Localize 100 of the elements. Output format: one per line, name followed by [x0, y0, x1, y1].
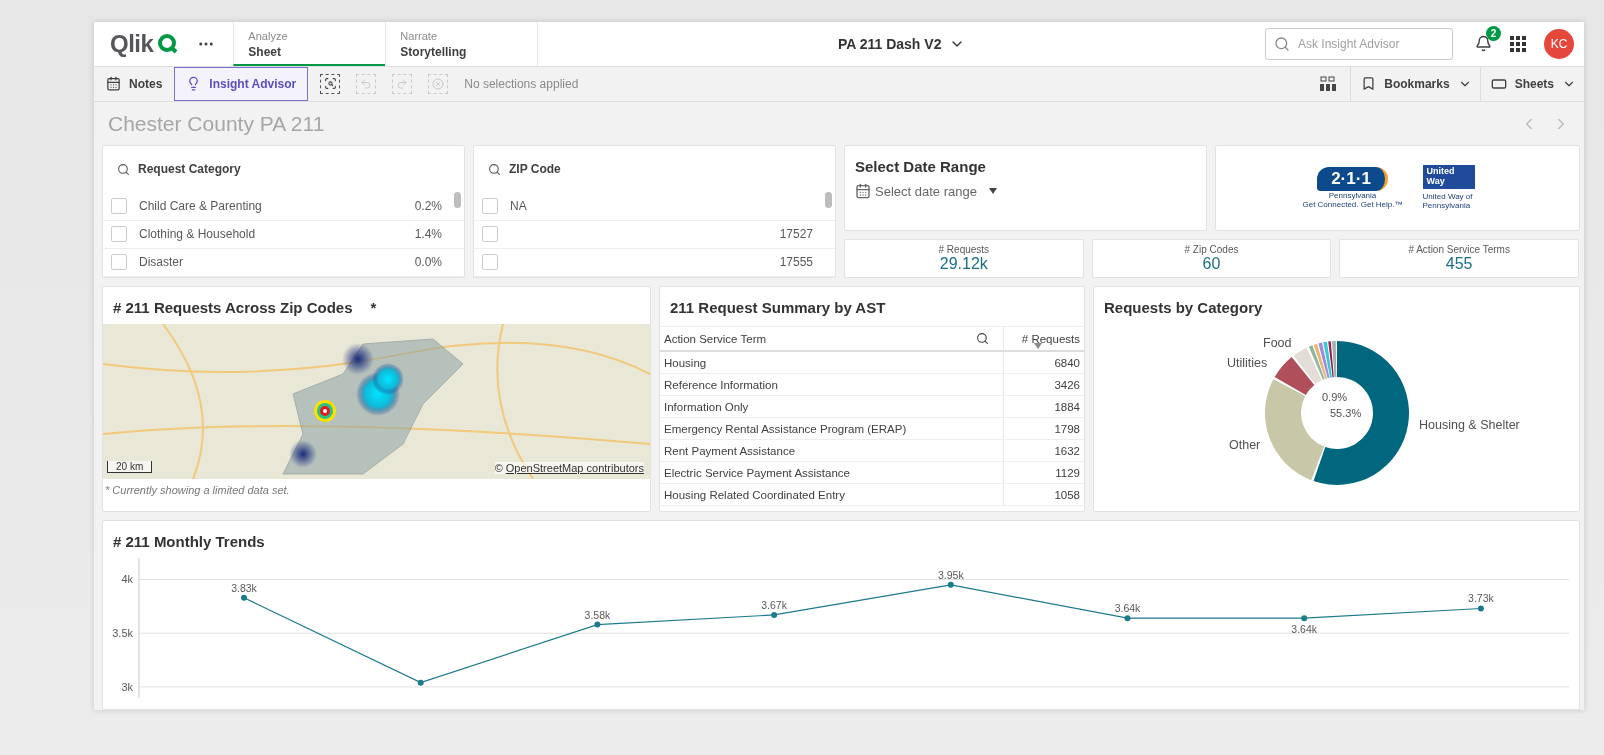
selection-status: No selections applied — [464, 76, 579, 91]
table-cell: Housing Related Coordinated Entry — [660, 483, 1004, 506]
donut-slice[interactable] — [1318, 342, 1330, 379]
checkbox[interactable] — [482, 254, 498, 271]
checkbox[interactable] — [111, 254, 127, 271]
card-title: Select Date Range — [855, 158, 987, 175]
slice-label: Food — [1263, 336, 1292, 350]
user-avatar[interactable]: KC — [1544, 28, 1574, 59]
kpi-label: # Action Service Terms — [1408, 244, 1510, 255]
axis-tick-label: 3k — [121, 680, 133, 693]
data-point — [1301, 615, 1308, 622]
data-label: 3.64k — [1291, 623, 1318, 636]
filter-item-label[interactable]: Clothing & Household — [139, 227, 403, 242]
column-header[interactable]: # Requests — [1003, 327, 1084, 351]
table-cell: 1129 — [1003, 461, 1084, 484]
data-label: 3.67k — [761, 598, 787, 611]
kpi-value: 60 — [1202, 255, 1221, 273]
clear-icon — [432, 77, 445, 90]
search-icon[interactable] — [976, 332, 989, 345]
app-logo: Qlik — [110, 29, 154, 58]
data-point — [594, 621, 601, 628]
toolbar-menu[interactable]: Bookmarks — [1350, 66, 1480, 102]
table-cell: 1884 — [1003, 395, 1084, 418]
back-icon — [360, 77, 373, 90]
logo-badge: 2·1·1 — [1317, 166, 1388, 191]
table-cell: 6840 — [1003, 351, 1084, 374]
notification-count: 2 — [1486, 26, 1501, 42]
donut-slice[interactable] — [1332, 341, 1337, 378]
attribution-symbol: © — [494, 462, 503, 474]
checkbox[interactable] — [482, 226, 498, 243]
data-label: 3.73k — [1468, 592, 1494, 605]
donut-slice[interactable] — [1328, 341, 1334, 378]
table-cell: Information Only — [660, 395, 1004, 418]
sheet-title: Chester County PA 211 — [108, 111, 325, 136]
toolbar-button[interactable]: Notes — [94, 66, 175, 102]
data-point — [771, 611, 778, 618]
kpi-label: # Zip Codes — [1184, 244, 1239, 255]
table-cell: Electric Service Payment Assistance — [660, 461, 1004, 484]
table-cell: 1798 — [1003, 417, 1084, 440]
checkbox[interactable] — [111, 226, 127, 243]
axis-tick-label: 4k — [121, 573, 133, 586]
data-point — [1477, 605, 1484, 612]
sort-icon — [1034, 343, 1042, 349]
nav-tab[interactable]: Narrate Storytelling — [385, 22, 538, 66]
search-field[interactable]: Ask Insight Advisor — [1265, 27, 1453, 60]
checkbox[interactable] — [482, 198, 498, 215]
data-point — [417, 679, 424, 686]
donut-slice[interactable] — [1323, 341, 1332, 378]
column-header[interactable]: Action Service Term — [660, 327, 1004, 351]
card-title: # 211 Requests Across Zip Codes — [113, 299, 353, 316]
donut-slice[interactable] — [1293, 347, 1322, 385]
layout-icon[interactable] — [1320, 75, 1337, 92]
filter-item-value: 17555 — [779, 255, 813, 270]
filter-item-label[interactable]: NA — [510, 199, 813, 214]
map-drawing[interactable] — [103, 324, 650, 479]
kpi-label: # Requests — [938, 244, 990, 255]
search-icon[interactable] — [488, 162, 501, 176]
slice-label: Housing & Shelter — [1419, 418, 1520, 432]
data-label: 3.58k — [584, 608, 611, 621]
date-range-picker[interactable]: Select date range — [855, 183, 997, 199]
table-cell: 1058 — [1003, 483, 1084, 506]
filter-item-value: 0.2% — [414, 199, 442, 214]
donut-slice[interactable] — [1313, 341, 1409, 485]
data-point — [241, 594, 247, 601]
filter-item-label[interactable]: Child Care & Parenting — [139, 199, 403, 214]
filter-item-value: 1.4% — [414, 227, 442, 242]
map-footnote: * Currently showing a limited data set. — [104, 483, 291, 498]
footnote-marker: * — [370, 299, 377, 316]
slice-percent: 55.3% — [1330, 407, 1362, 419]
table-cell: 3426 — [1003, 373, 1084, 396]
table-cell: Housing — [660, 351, 1004, 374]
attribution-link[interactable]: OpenStreetMap contributors — [505, 462, 644, 474]
bookmark-icon — [1361, 76, 1377, 92]
scrollbar-thumb[interactable] — [825, 192, 832, 208]
smart-search-icon — [323, 77, 337, 91]
toolbar-menu[interactable]: Sheets — [1479, 66, 1584, 102]
table-cell: Rent Payment Assistance — [660, 439, 1004, 462]
filter-item-label[interactable]: Disaster — [139, 255, 403, 270]
app-title-menu[interactable]: PA 211 Dash V2 — [831, 34, 972, 53]
logo-mark-icon — [157, 32, 180, 55]
card-title: 211 Request Summary by AST — [660, 287, 1084, 327]
table-cell: Reference Information — [660, 373, 1004, 396]
data-point — [1124, 615, 1131, 622]
slice-label: Utilities — [1227, 356, 1268, 370]
search-icon — [1274, 35, 1290, 52]
filter-item-value: 17527 — [779, 227, 813, 242]
kpi-value: 29.12k — [939, 255, 988, 273]
notes-icon — [106, 76, 121, 92]
toolbar-button[interactable]: Insight Advisor — [174, 66, 309, 102]
slice-percent: 0.9% — [1322, 391, 1348, 403]
notifications-button[interactable] — [1475, 35, 1492, 53]
selection-tool-button[interactable] — [320, 73, 341, 94]
checkbox[interactable] — [111, 198, 127, 215]
slice-label: Other — [1229, 438, 1261, 452]
calendar-icon — [855, 183, 871, 199]
nav-tab[interactable]: Analyze Sheet — [233, 22, 386, 66]
search-icon[interactable] — [117, 162, 130, 176]
scrollbar-thumb[interactable] — [454, 192, 461, 208]
donut-slice[interactable] — [1274, 357, 1315, 395]
apps-grid-icon[interactable] — [1510, 35, 1526, 52]
